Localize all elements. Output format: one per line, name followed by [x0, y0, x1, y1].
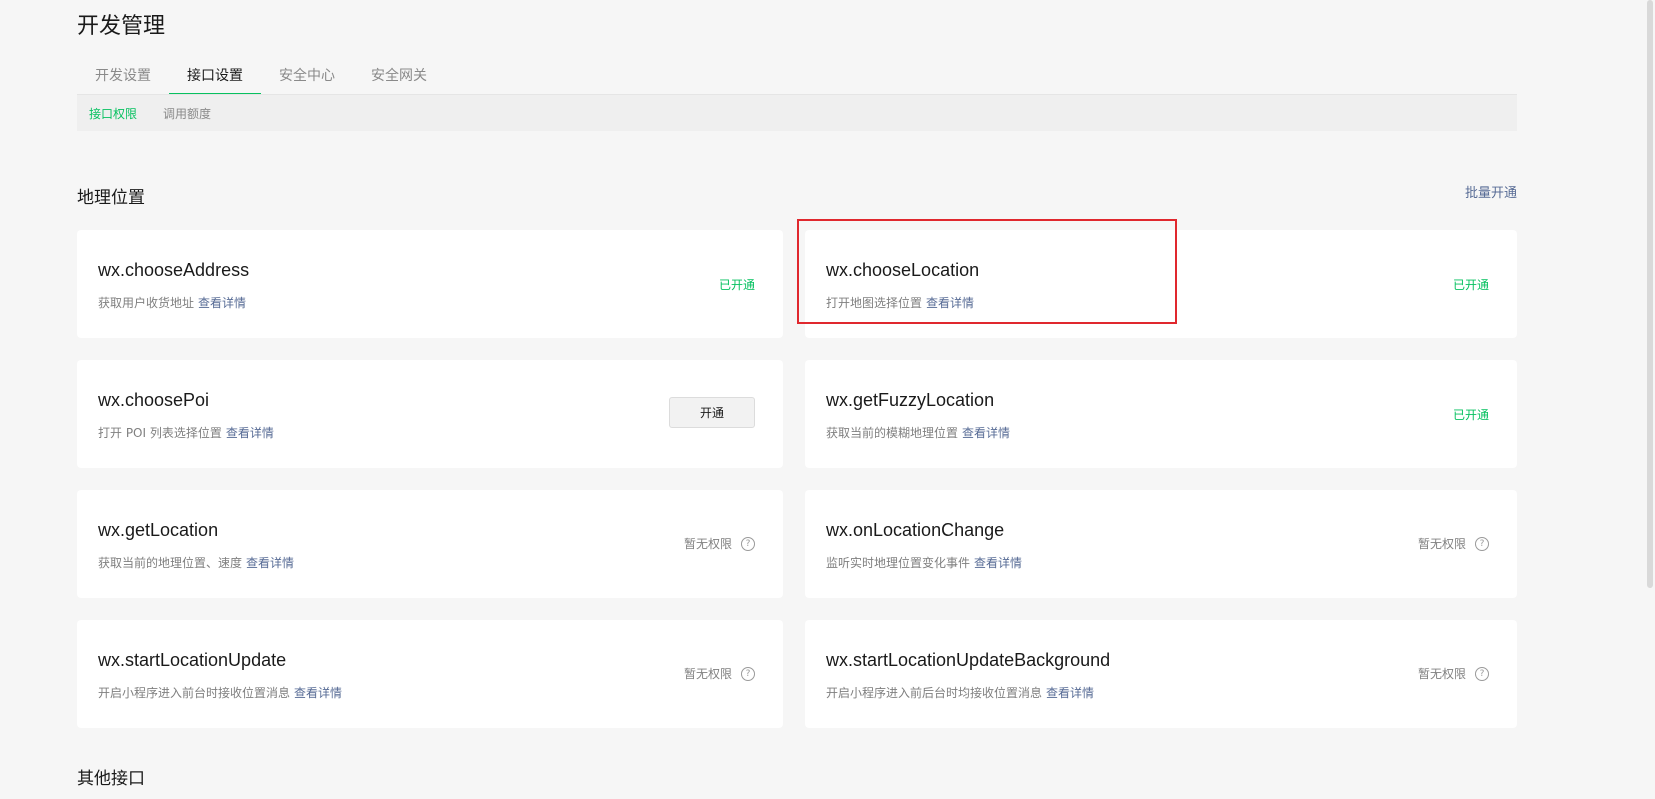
api-description: 打开地图选择位置 查看详情 [826, 296, 975, 310]
view-details-link[interactable]: 查看详情 [226, 426, 274, 440]
scrollbar-thumb[interactable] [1647, 0, 1653, 588]
api-name: wx.chooseAddress [98, 260, 250, 280]
api-card-start-location-update-background: wx.startLocationUpdateBackground 开启小程序进入… [805, 620, 1517, 728]
view-details-link[interactable]: 查看详情 [246, 556, 294, 570]
api-description: 开启小程序进入前台时接收位置消息 查看详情 [98, 686, 343, 700]
subtab-call-quota[interactable]: 调用额度 [163, 105, 211, 122]
api-card-on-location-change: wx.onLocationChange 监听实时地理位置变化事件 查看详情 暂无权… [805, 490, 1517, 598]
enable-button[interactable]: 开通 [669, 397, 755, 428]
batch-enable-link[interactable]: 批量开通 [1465, 182, 1517, 201]
api-description: 开启小程序进入前后台时均接收位置消息 查看详情 [826, 686, 1095, 700]
api-description: 获取当前的模糊地理位置 查看详情 [826, 426, 1011, 440]
api-description: 监听实时地理位置变化事件 查看详情 [826, 556, 1023, 570]
view-details-link[interactable]: 查看详情 [294, 686, 342, 700]
api-card-get-fuzzy-location: wx.getFuzzyLocation 获取当前的模糊地理位置 查看详情 已开通 [805, 360, 1517, 468]
page-title: 开发管理 [77, 14, 166, 39]
view-details-link[interactable]: 查看详情 [974, 556, 1022, 570]
status-no-permission: 暂无权限? [684, 665, 755, 682]
section-title-location: 地理位置 [77, 188, 145, 208]
api-card-choose-poi: wx.choosePoi 打开 POI 列表选择位置 查看详情 开通 [77, 360, 783, 468]
api-card-choose-location: wx.chooseLocation 打开地图选择位置 查看详情 已开通 [805, 230, 1517, 338]
status-no-permission: 暂无权限? [1418, 535, 1489, 552]
help-question-icon[interactable]: ? [1475, 666, 1489, 681]
api-name: wx.getLocation [98, 520, 219, 540]
status-enabled: 已开通 [1452, 408, 1489, 422]
primary-tabs: 开发设置 接口设置 安全中心 安全网关 [77, 56, 1517, 95]
api-name: wx.startLocationUpdate [98, 650, 287, 670]
api-card-get-location: wx.getLocation 获取当前的地理位置、速度 查看详情 暂无权限? [77, 490, 783, 598]
status-no-permission: 暂无权限? [1418, 665, 1489, 682]
help-question-icon[interactable]: ? [741, 536, 755, 551]
vertical-scrollbar[interactable] [1645, 0, 1655, 799]
tab-security-gateway[interactable]: 安全网关 [353, 56, 445, 94]
api-description: 获取当前的地理位置、速度 查看详情 [98, 556, 295, 570]
view-details-link[interactable]: 查看详情 [962, 426, 1010, 440]
api-description: 获取用户收货地址 查看详情 [98, 296, 247, 310]
api-name: wx.startLocationUpdateBackground [826, 650, 1111, 670]
api-card-start-location-update: wx.startLocationUpdate 开启小程序进入前台时接收位置消息查… [77, 620, 783, 728]
status-no-permission: 暂无权限? [684, 535, 755, 552]
api-card-choose-address: wx.chooseAddress 获取用户收货地址 查看详情 已开通 [77, 230, 783, 338]
subtab-api-permissions[interactable]: 接口权限 [89, 105, 137, 122]
view-details-link[interactable]: 查看详情 [198, 296, 246, 310]
status-enabled: 已开通 [1452, 278, 1489, 292]
help-question-icon[interactable]: ? [741, 666, 755, 681]
section-title-other: 其他接口 [77, 769, 145, 789]
tab-api-settings[interactable]: 接口设置 [169, 56, 261, 94]
sub-tabs: 接口权限 调用额度 [77, 95, 1517, 131]
view-details-link[interactable]: 查看详情 [926, 296, 974, 310]
api-name: wx.choosePoi [98, 390, 210, 410]
status-enabled: 已开通 [718, 278, 755, 292]
tab-dev-settings[interactable]: 开发设置 [77, 56, 169, 94]
api-name: wx.getFuzzyLocation [826, 390, 995, 410]
tab-security-center[interactable]: 安全中心 [261, 56, 353, 94]
api-description: 打开 POI 列表选择位置 查看详情 [98, 426, 274, 440]
view-details-link[interactable]: 查看详情 [1046, 686, 1094, 700]
api-name: wx.onLocationChange [826, 520, 1005, 540]
api-name: wx.chooseLocation [826, 260, 980, 280]
help-question-icon[interactable]: ? [1475, 536, 1489, 551]
